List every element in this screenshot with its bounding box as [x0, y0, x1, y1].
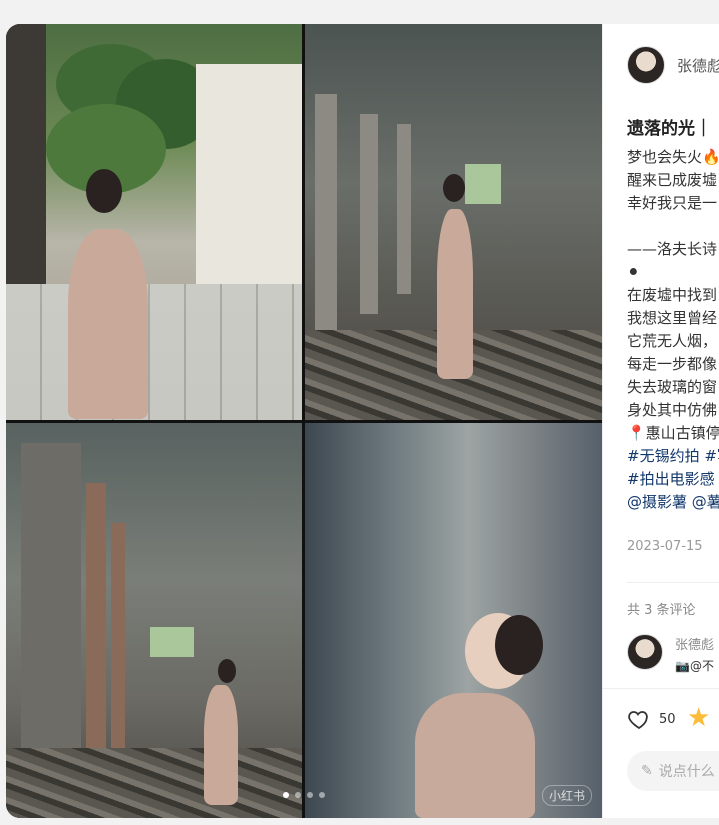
desc-line: 它荒无人烟， — [627, 332, 718, 350]
carousel-dot[interactable] — [319, 792, 325, 798]
engagement-bar: 50 ★ ✎ 说点什么 — [603, 688, 719, 818]
like-button[interactable]: 50 — [627, 707, 676, 731]
author-info[interactable]: 张德彪 — [627, 46, 719, 84]
hashtag-link[interactable]: #拍出电影感 — [627, 468, 719, 491]
desc-line — [627, 215, 719, 238]
commenter-avatar[interactable] — [627, 634, 663, 670]
note-modal: 小红书 张德彪 遗落的光｜ 梦也会失火🔥 醒来已成废墟 幸好我只是一 ——洛夫长… — [6, 24, 719, 818]
desc-line: 我想这里曾经 — [627, 309, 718, 327]
note-date: 2023-07-15 — [627, 539, 703, 554]
author-avatar[interactable] — [627, 46, 665, 84]
star-icon[interactable]: ★ — [687, 705, 710, 731]
like-count: 50 — [659, 711, 676, 727]
desc-line: 每走一步都像 — [627, 355, 718, 373]
comment-item: 张德彪 📷@不 — [627, 634, 719, 674]
carousel-dot[interactable] — [283, 792, 289, 798]
hashtag-link[interactable]: #无锡约拍 #写 — [627, 445, 719, 468]
note-title: 遗落的光｜ — [627, 119, 712, 139]
pencil-icon: ✎ — [641, 763, 653, 779]
desc-line: 幸好我只是一 — [627, 194, 718, 212]
desc-line: 失去玻璃的窗 — [627, 378, 718, 396]
desc-line: 醒来已成废墟 — [627, 171, 718, 189]
photo-portrait-wall: 小红书 — [305, 423, 602, 818]
photo-ruined-hall — [305, 24, 602, 420]
carousel-indicator[interactable] — [283, 792, 325, 798]
comment-text: 📷@不 — [675, 659, 714, 673]
photo-window-view — [6, 24, 302, 420]
note-description: 梦也会失火🔥 醒来已成废墟 幸好我只是一 ——洛夫长诗 ⚫ 在废墟中找到 我想这… — [627, 146, 719, 514]
mention-link[interactable]: @摄影薯 @薯 — [627, 491, 719, 514]
desc-line: ——洛夫长诗 — [627, 240, 718, 258]
watermark-label: 小红书 — [541, 785, 592, 806]
comment-input[interactable]: ✎ 说点什么 — [627, 751, 719, 791]
photo-corridor — [6, 423, 302, 818]
image-carousel[interactable]: 小红书 — [6, 24, 602, 818]
desc-line: 身处其中仿佛 — [627, 401, 718, 419]
divider — [627, 582, 719, 583]
location-link[interactable]: 📍惠山古镇停 — [627, 422, 719, 445]
desc-line: 在废墟中找到 — [627, 286, 718, 304]
author-name[interactable]: 张德彪 — [677, 55, 719, 76]
comment-placeholder: 说点什么 — [658, 764, 715, 780]
note-detail-panel: 张德彪 遗落的光｜ 梦也会失火🔥 醒来已成废墟 幸好我只是一 ——洛夫长诗 ⚫ … — [602, 24, 719, 818]
comment-count: 共 3 条评论 — [627, 603, 696, 618]
commenter-name[interactable]: 张德彪 — [675, 634, 714, 653]
desc-line: 梦也会失火🔥 — [627, 148, 719, 166]
carousel-dot[interactable] — [307, 792, 313, 798]
heart-icon[interactable] — [627, 707, 651, 731]
carousel-dot[interactable] — [295, 792, 301, 798]
desc-line: ⚫ — [627, 263, 640, 281]
